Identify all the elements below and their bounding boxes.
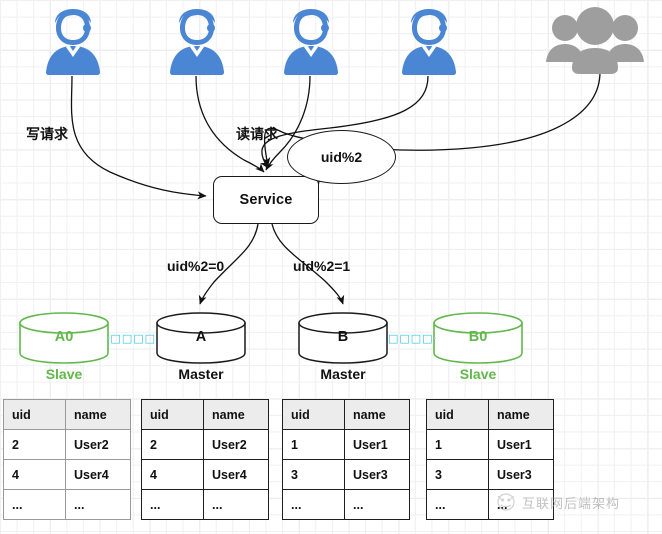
table-row: 1 User1 xyxy=(426,429,554,460)
user-actor-1[interactable] xyxy=(36,4,110,78)
cell-name: User4 xyxy=(65,459,131,490)
cell-name: User4 xyxy=(203,459,269,490)
table-row: 4 User4 xyxy=(141,459,269,490)
user-group-actor[interactable] xyxy=(542,6,648,78)
table-row: 4 User4 xyxy=(3,459,131,490)
routing-rule-label: uid%2 xyxy=(320,149,363,165)
edge-label-route-odd: uid%2=1 xyxy=(293,258,351,274)
table-header-name: name xyxy=(203,399,269,430)
table-header-row: uid name xyxy=(3,399,131,430)
table-row: 2 User2 xyxy=(3,429,131,460)
user-icon xyxy=(170,9,224,75)
user-icon xyxy=(402,9,456,75)
table-a: uid name 2 User2 4 User4 ... ... xyxy=(141,399,269,520)
table-row: 1 User1 xyxy=(282,429,410,460)
database-a0[interactable]: A0 xyxy=(18,311,110,365)
table-header-uid: uid xyxy=(3,399,66,430)
database-label: B xyxy=(337,329,349,345)
table-header-name: name xyxy=(65,399,131,430)
table-header-name: name xyxy=(488,399,554,430)
cell-uid: 2 xyxy=(3,429,66,460)
cell-name: ... xyxy=(344,489,410,520)
cell-uid: ... xyxy=(3,489,66,520)
arrow-right-icon xyxy=(433,336,436,340)
database-b0-caption: Slave xyxy=(459,366,497,382)
user-actor-3[interactable] xyxy=(274,4,348,78)
database-a-caption: Master xyxy=(178,366,224,382)
sync-arrow-left: □□□□ xyxy=(108,327,156,349)
sync-label-left: □□□□ xyxy=(110,331,156,345)
watermark: 互联网后端架构 xyxy=(495,492,620,512)
edge-label-read-request: 读请求 xyxy=(236,127,278,143)
table-header-uid: uid xyxy=(141,399,204,430)
sync-label-right: □□□□ xyxy=(388,331,434,345)
cell-name: User2 xyxy=(203,429,269,460)
table-row: ... ... xyxy=(3,489,131,520)
edge-label-write-request: 写请求 xyxy=(26,127,68,143)
database-label: A0 xyxy=(54,329,74,345)
cell-uid: 1 xyxy=(282,429,345,460)
table-b: uid name 1 User1 3 User3 ... ... xyxy=(282,399,410,520)
cell-uid: 3 xyxy=(426,459,489,490)
table-a0: uid name 2 User2 4 User4 ... ... xyxy=(3,399,131,520)
sync-arrow-right: □□□□ xyxy=(388,327,436,349)
cell-uid: ... xyxy=(141,489,204,520)
cell-name: ... xyxy=(65,489,131,520)
cell-uid: 4 xyxy=(3,459,66,490)
database-a[interactable]: A xyxy=(155,311,247,365)
database-a0-caption: Slave xyxy=(45,366,83,382)
users-group-icon xyxy=(546,7,644,74)
database-b-caption: Master xyxy=(320,366,366,382)
table-header-row: uid name xyxy=(282,399,410,430)
edge-user1-to-service xyxy=(70,75,207,200)
table-header-row: uid name xyxy=(141,399,269,430)
cell-uid: ... xyxy=(282,489,345,520)
routing-rule-bubble: uid%2 xyxy=(287,130,396,184)
user-icon xyxy=(46,9,100,75)
cell-name: ... xyxy=(203,489,269,520)
cell-name: User1 xyxy=(488,429,554,460)
cell-uid: 3 xyxy=(282,459,345,490)
diagram-canvas: Service uid%2 写请求 读请求 uid%2=0 uid%2=1 A0… xyxy=(0,0,662,534)
database-label: A xyxy=(195,329,207,345)
table-row: 2 User2 xyxy=(141,429,269,460)
cell-name: User1 xyxy=(344,429,410,460)
watermark-text: 互联网后端架构 xyxy=(522,496,621,512)
cell-name: User3 xyxy=(344,459,410,490)
cell-uid: 1 xyxy=(426,429,489,460)
edge-label-route-even: uid%2=0 xyxy=(167,258,225,274)
table-header-name: name xyxy=(344,399,410,430)
cell-name: User3 xyxy=(488,459,554,490)
cell-uid: 2 xyxy=(141,429,204,460)
table-header-uid: uid xyxy=(426,399,489,430)
database-b[interactable]: B xyxy=(297,311,389,365)
cell-uid: 4 xyxy=(141,459,204,490)
database-label: B0 xyxy=(468,329,488,345)
service-label: Service xyxy=(239,192,293,208)
cell-uid: ... xyxy=(426,489,489,520)
table-row: 3 User3 xyxy=(282,459,410,490)
watermark-logo-icon xyxy=(497,493,515,511)
cell-name: User2 xyxy=(65,429,131,460)
table-header-row: uid name xyxy=(426,399,554,430)
service-node[interactable]: Service xyxy=(213,176,319,224)
user-icon xyxy=(284,9,338,75)
table-header-uid: uid xyxy=(282,399,345,430)
user-actor-2[interactable] xyxy=(160,4,234,78)
table-row: 3 User3 xyxy=(426,459,554,490)
table-row: ... ... xyxy=(282,489,410,520)
user-actor-4[interactable] xyxy=(392,4,466,78)
table-row: ... ... xyxy=(141,489,269,520)
database-b0[interactable]: B0 xyxy=(432,311,524,365)
